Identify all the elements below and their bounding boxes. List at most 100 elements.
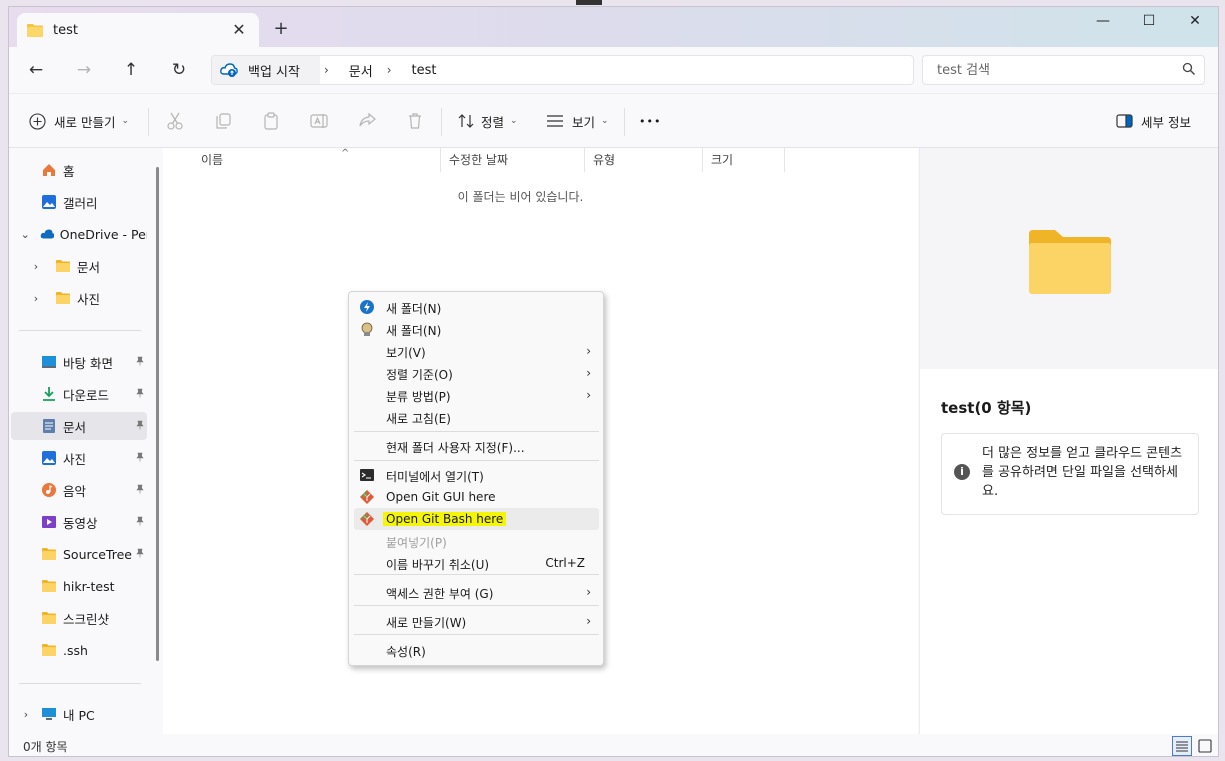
sidebar-item-13[interactable]: 스크린샷	[11, 604, 147, 632]
sidebar-item-1[interactable]: 갤러리	[11, 188, 147, 216]
breadcrumb-test[interactable]: test	[412, 63, 437, 78]
sidebar-item-11[interactable]: SourceTree	[11, 540, 147, 568]
chevron-right-icon[interactable]: ›	[29, 292, 43, 305]
column-name-label: 이름	[201, 153, 224, 167]
sort-button[interactable]: 정렬 ⌄	[457, 108, 518, 134]
sidebar-item-label: 사진	[63, 451, 87, 467]
sidebar-item-label: hikr-test	[63, 578, 115, 594]
column-header-date[interactable]: 수정한 날짜	[441, 148, 585, 172]
sidebar-item-10[interactable]: 동영상	[11, 508, 147, 536]
context-menu-item-9[interactable]: Open Git Bash here	[354, 508, 599, 530]
breadcrumb-separator[interactable]: ›	[387, 63, 392, 77]
minimize-button[interactable]: —	[1080, 7, 1126, 37]
address-bar[interactable]: 백업 시작 › 문서 › test	[211, 55, 914, 85]
share-icon[interactable]	[357, 111, 377, 131]
preview-title: test(0 항목)	[941, 399, 1032, 417]
tab-test[interactable]: test ✕	[17, 13, 259, 47]
cut-icon[interactable]	[165, 111, 185, 131]
sidebar-item-8[interactable]: 사진	[11, 444, 147, 472]
view-list-icon	[547, 115, 563, 127]
context-menu-item-3[interactable]: 정렬 기준(O) ›	[354, 362, 599, 384]
context-menu-separator	[354, 605, 599, 606]
context-menu-item-14[interactable]: 속성(R)	[354, 639, 599, 661]
sidebar-item-3[interactable]: › 문서	[11, 252, 147, 280]
sidebar-item-15[interactable]: › 내 PC	[11, 700, 147, 728]
context-menu-item-11[interactable]: 이름 바꾸기 취소(U) Ctrl+Z	[354, 552, 599, 574]
context-menu-item-8[interactable]: Open Git GUI here	[354, 486, 599, 508]
context-menu-item-4[interactable]: 분류 방법(P) ›	[354, 384, 599, 406]
context-menu-label: 이름 바꾸기 취소(U)	[386, 558, 490, 572]
context-menu-item-1[interactable]: 새 폴더(N)	[354, 318, 599, 340]
context-menu-item-5[interactable]: 새로 고침(E)	[354, 406, 599, 428]
maximize-button[interactable]: ☐	[1126, 7, 1172, 37]
column-header-type[interactable]: 유형	[585, 148, 703, 172]
sidebar-item-5[interactable]: 바탕 화면	[11, 348, 147, 376]
folder-icon	[42, 644, 56, 656]
sidebar-scrollbar[interactable]	[156, 167, 159, 661]
forward-button[interactable]: →	[69, 57, 99, 83]
search-input[interactable]	[923, 56, 1163, 84]
pc-icon	[42, 708, 56, 720]
context-menu-label: 액세스 권한 부여 (G)	[386, 587, 494, 601]
breadcrumb-root[interactable]: 백업 시작	[212, 56, 320, 84]
context-menu-item-0[interactable]: 새 폴더(N)	[354, 296, 599, 318]
details-view-button[interactable]	[1172, 736, 1192, 756]
sidebar-item-7[interactable]: 문서	[11, 412, 147, 440]
sort-ascending-icon: ^	[341, 148, 350, 159]
sidebar-item-2[interactable]: ⌄ OneDrive - Pers	[11, 220, 147, 248]
refresh-button[interactable]: ↻	[164, 57, 194, 83]
chevron-right-icon[interactable]: ›	[29, 260, 43, 273]
chevron-down-icon[interactable]: ⌄	[19, 228, 32, 241]
pin-icon	[135, 516, 145, 529]
close-tab-icon[interactable]: ✕	[229, 20, 249, 40]
view-label: 보기	[572, 114, 596, 130]
context-menu-item-7[interactable]: 터미널에서 열기(T)	[354, 464, 599, 486]
context-menu-label: 분류 방법(P)	[386, 390, 451, 404]
cloud-backup-icon	[220, 63, 238, 77]
details-pane-icon	[1116, 114, 1133, 128]
sidebar-item-12[interactable]: hikr-test	[11, 572, 147, 600]
tiles-view-icon	[1198, 739, 1212, 753]
sidebar-item-0[interactable]: 홈	[11, 156, 147, 184]
breadcrumb-documents[interactable]: 문서	[349, 61, 373, 80]
sidebar-item-4[interactable]: › 사진	[11, 284, 147, 312]
sidebar-item-14[interactable]: .ssh	[11, 636, 147, 664]
window-controls: — ☐ ✕	[1080, 7, 1218, 37]
back-button[interactable]: ←	[21, 57, 51, 83]
breadcrumb-separator[interactable]: ›	[324, 63, 329, 77]
paste-icon[interactable]	[261, 111, 281, 131]
desktop-icon	[42, 356, 56, 368]
tiles-view-button[interactable]	[1195, 736, 1215, 756]
context-menu-label: Open Git GUI here	[386, 490, 496, 504]
search-box[interactable]	[922, 55, 1205, 85]
context-menu-item-12[interactable]: 액세스 권한 부여 (G) ›	[354, 581, 599, 603]
breadcrumb-backup[interactable]: 백업 시작	[248, 61, 300, 80]
view-button[interactable]: 보기 ⌄	[546, 108, 609, 134]
home-icon	[43, 164, 55, 176]
context-menu-label: 새로 만들기(W)	[386, 616, 467, 630]
new-tab-button[interactable]: +	[271, 19, 291, 39]
context-menu-item-6[interactable]: 현재 폴더 사용자 지정(F)...	[354, 435, 599, 457]
toolbar-divider	[148, 108, 149, 136]
pin-icon	[135, 548, 145, 561]
copy-icon[interactable]	[213, 111, 233, 131]
sidebar-item-6[interactable]: 다운로드	[11, 380, 147, 408]
delete-icon[interactable]	[405, 111, 425, 131]
context-menu-item-13[interactable]: 새로 만들기(W) ›	[354, 610, 599, 632]
details-pane-button[interactable]: 세부 정보	[1116, 108, 1191, 134]
context-menu-label: 정렬 기준(O)	[386, 368, 453, 382]
sidebar-item-label: OneDrive - Pers	[59, 226, 147, 242]
chevron-right-icon[interactable]: ›	[19, 708, 33, 721]
sidebar-item-9[interactable]: 음악	[11, 476, 147, 504]
more-options-button[interactable]: •••	[639, 108, 661, 134]
column-header-name[interactable]: 이름 ^	[193, 148, 441, 172]
new-button[interactable]: 새로 만들기 ⌄	[29, 108, 129, 134]
context-menu-item-2[interactable]: 보기(V) ›	[354, 340, 599, 362]
column-header-size[interactable]: 크기	[703, 148, 785, 172]
up-button[interactable]: ↑	[116, 57, 146, 83]
close-window-button[interactable]: ✕	[1172, 7, 1218, 37]
music-icon	[42, 483, 56, 497]
rename-icon[interactable]	[309, 111, 329, 131]
sidebar-item-label: 사진	[77, 291, 101, 307]
bulb-icon	[361, 322, 373, 336]
